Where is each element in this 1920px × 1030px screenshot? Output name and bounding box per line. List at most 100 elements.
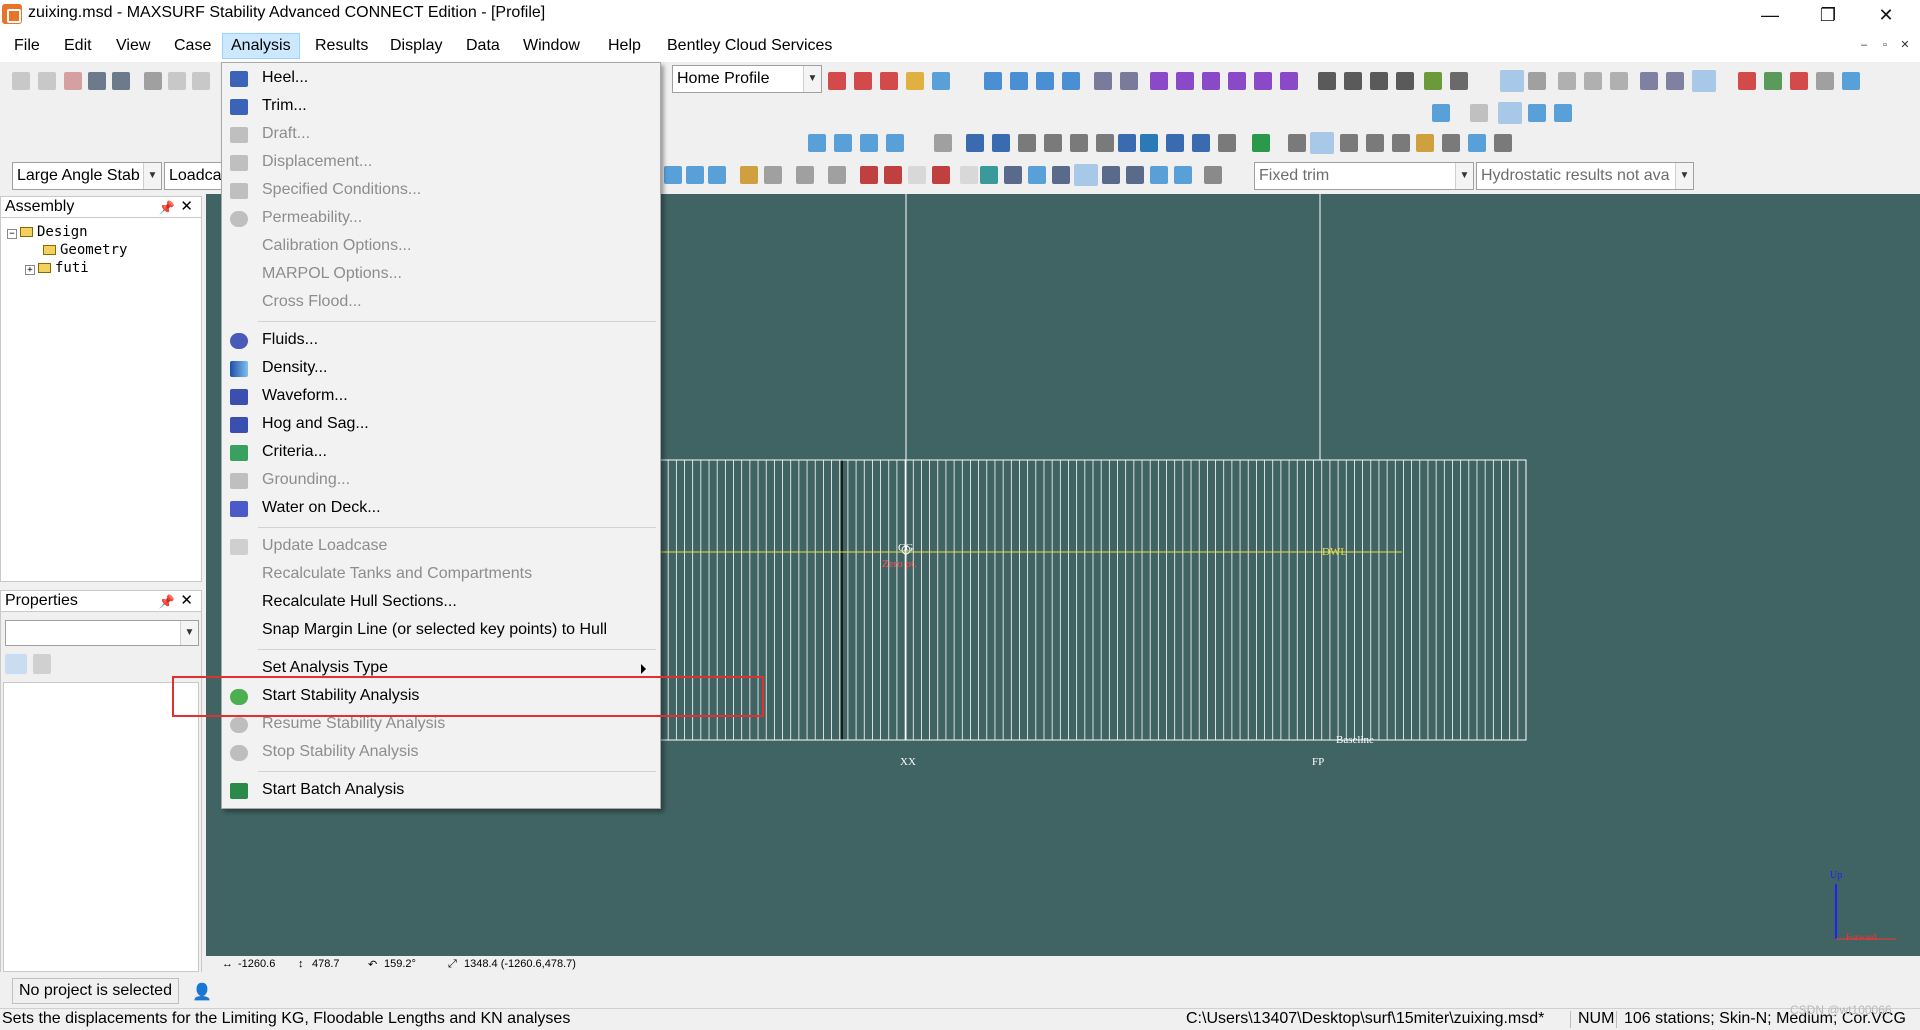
categorized-icon[interactable] [5, 654, 27, 674]
tool-c-icon[interactable] [1150, 72, 1168, 90]
menu-item-update-loadcase[interactable]: Update Loadcase [222, 533, 660, 561]
row3-icon-6[interactable] [796, 166, 814, 184]
home-icon[interactable] [1738, 72, 1756, 90]
menu-item-displacement[interactable]: Displacement... [222, 149, 660, 177]
measure-2-icon[interactable] [1554, 104, 1572, 122]
preferences-icon[interactable] [1842, 72, 1860, 90]
sheet-icon[interactable] [1764, 72, 1782, 90]
misc-tool-3-icon[interactable] [1692, 70, 1716, 92]
font-icon[interactable] [1790, 72, 1808, 90]
tool-g-icon[interactable] [1254, 72, 1272, 90]
row3-icon-19[interactable] [1126, 166, 1144, 184]
open-file-icon[interactable] [38, 72, 56, 90]
layer-icon[interactable] [1288, 134, 1306, 152]
cut-icon[interactable] [144, 72, 162, 90]
menu-item-grounding[interactable]: Grounding... [222, 467, 660, 495]
close-assembly-button[interactable]: ✕ [180, 197, 193, 217]
tool-z-icon[interactable] [66, 134, 84, 152]
table-2-icon[interactable] [1344, 72, 1362, 90]
ship-view-9-icon[interactable] [1166, 134, 1184, 152]
row3-icon-5[interactable] [764, 166, 782, 184]
frame-icon[interactable] [1432, 104, 1450, 122]
shape-tool-4-icon[interactable] [1062, 72, 1080, 90]
row3-icon-11[interactable] [932, 166, 950, 184]
pin-icon[interactable]: 📌 [159, 592, 175, 612]
menu-item-draft[interactable]: Draft... [222, 121, 660, 149]
tree-item-futi[interactable]: + futi [25, 260, 89, 276]
minimize-button[interactable]: — [1742, 0, 1798, 30]
alphabetical-icon[interactable] [33, 654, 51, 674]
analysis-type-combo[interactable]: Large Angle Stab ▼ [12, 162, 162, 190]
select-icon[interactable] [1498, 102, 1522, 124]
angle-icon[interactable] [1416, 134, 1434, 152]
view-combo[interactable]: Home Profile ▼ [672, 65, 822, 93]
table-3-icon[interactable] [1370, 72, 1388, 90]
paste-icon[interactable] [192, 72, 210, 90]
free-select-icon[interactable] [886, 134, 904, 152]
shape-tool-2-icon[interactable] [1010, 72, 1028, 90]
edit-tool-2-icon[interactable] [1584, 72, 1602, 90]
expand-icon[interactable]: + [25, 265, 35, 275]
ship-view-5-icon[interactable] [1070, 134, 1088, 152]
row3-icon-15[interactable] [1028, 166, 1046, 184]
tree-item-geometry[interactable]: Geometry [43, 242, 127, 258]
menu-item-density[interactable]: Density... [222, 355, 660, 383]
row3-icon-2[interactable] [686, 166, 704, 184]
menu-item-fluids[interactable]: Fluids... [222, 327, 660, 355]
cg-2-icon[interactable] [1468, 134, 1486, 152]
menu-item-marpol-options[interactable]: MARPOL Options... [222, 261, 660, 289]
cg-icon[interactable] [1442, 134, 1460, 152]
menu-item-waveform[interactable]: Waveform... [222, 383, 660, 411]
layer-5-icon[interactable] [1392, 134, 1410, 152]
home-view-2-icon[interactable] [854, 72, 872, 90]
close-file-icon[interactable] [64, 72, 82, 90]
menu-results[interactable]: Results [307, 33, 376, 59]
ship-view-7-icon[interactable] [1118, 134, 1136, 152]
menu-item-snap-margin-line[interactable]: Snap Margin Line (or selected key points… [222, 617, 660, 645]
menu-view[interactable]: View [108, 33, 158, 59]
ship-view-4-icon[interactable] [1044, 134, 1062, 152]
row3-icon-9[interactable] [884, 166, 902, 184]
menu-bentley-cloud-services[interactable]: Bentley Cloud Services [659, 33, 840, 59]
row3-icon-17[interactable] [1074, 164, 1098, 186]
menu-file[interactable]: File [6, 33, 48, 59]
tool-d-icon[interactable] [1176, 72, 1194, 90]
view-tool-icon[interactable] [906, 72, 924, 90]
misc-tool-icon[interactable] [1640, 72, 1658, 90]
tool-f-icon[interactable] [1228, 72, 1246, 90]
layer-4-icon[interactable] [1366, 134, 1384, 152]
mdi-close-button[interactable]: ✕ [1896, 37, 1914, 53]
wrench-icon[interactable] [1494, 134, 1512, 152]
ship-view-3-icon[interactable] [1018, 134, 1036, 152]
row3-icon-7[interactable] [828, 166, 846, 184]
trim-combo[interactable]: Fixed trim ▼ [1254, 162, 1474, 190]
menu-analysis[interactable]: Analysis [222, 33, 300, 59]
pattern-icon[interactable] [934, 134, 952, 152]
row3-icon-21[interactable] [1174, 166, 1192, 184]
hydrostatic-results-combo[interactable]: Hydrostatic results not ava ▼ [1476, 162, 1694, 190]
save-icon[interactable] [88, 72, 106, 90]
tool-a-icon[interactable] [1094, 72, 1112, 90]
tool-w-icon[interactable] [112, 134, 130, 152]
menu-item-specified-conditions[interactable]: Specified Conditions... [222, 177, 660, 205]
tool-y-icon[interactable] [40, 134, 58, 152]
row3-icon-16[interactable] [1052, 166, 1070, 184]
layer-2-icon[interactable] [1310, 132, 1334, 154]
menu-help[interactable]: Help [600, 33, 649, 59]
new-file-icon[interactable] [12, 72, 30, 90]
row3-icon-18[interactable] [1102, 166, 1120, 184]
menu-edit[interactable]: Edit [56, 33, 100, 59]
graph-2-icon[interactable] [1450, 72, 1468, 90]
toggle-2-icon[interactable] [1528, 72, 1546, 90]
close-window-button[interactable]: ✕ [1858, 0, 1914, 30]
menu-data[interactable]: Data [458, 33, 508, 59]
save-all-icon[interactable] [112, 72, 130, 90]
close-properties-button[interactable]: ✕ [180, 591, 193, 611]
menu-item-stop-stability-analysis[interactable]: Stop Stability Analysis [222, 739, 660, 767]
layer-3-icon[interactable] [1340, 134, 1358, 152]
menu-item-permeability[interactable]: Permeability... [222, 205, 660, 233]
ship-view-11-icon[interactable] [1218, 134, 1236, 152]
menu-item-start-batch-analysis[interactable]: Start Batch Analysis [222, 777, 660, 805]
ship-view-12-icon[interactable] [1252, 134, 1270, 152]
edit-tool-3-icon[interactable] [1610, 72, 1628, 90]
